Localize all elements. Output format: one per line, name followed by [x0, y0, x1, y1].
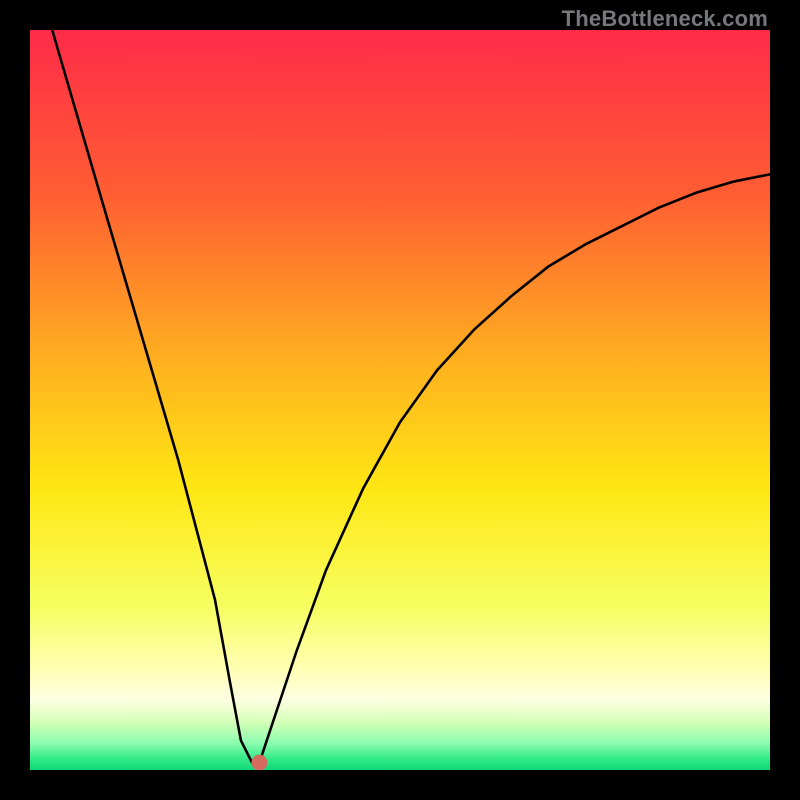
chart-frame — [30, 30, 770, 770]
gradient-background — [30, 30, 770, 770]
optimum-marker — [251, 755, 267, 770]
watermark-text: TheBottleneck.com — [562, 6, 768, 32]
bottleneck-chart — [30, 30, 770, 770]
